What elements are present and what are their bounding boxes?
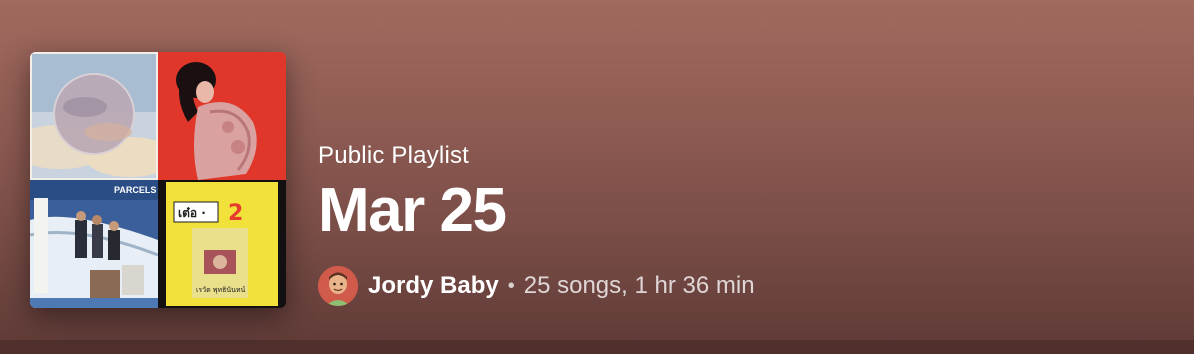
svg-text:เต๋อ ·: เต๋อ ·	[178, 206, 206, 220]
svg-text:เรวัต พุทธินันทน์: เรวัต พุทธินันทน์	[196, 286, 246, 294]
playlist-info: Public Playlist Mar 25 Jordy Baby • 25 s…	[318, 142, 755, 308]
playlist-type-label: Public Playlist	[318, 142, 470, 169]
album-art-red-portrait	[158, 52, 286, 180]
owner-avatar[interactable]	[318, 266, 358, 306]
owner-name-link[interactable]: Jordy Baby	[368, 272, 499, 300]
playlist-cover[interactable]: PARCELS เต๋อ · 2 เรวัต พุทธินันทน์	[30, 52, 286, 308]
content-area-edge	[0, 340, 1194, 354]
meta-separator: •	[507, 274, 515, 297]
playlist-header: PARCELS เต๋อ · 2 เรวัต พุทธินันทน์ Publi…	[30, 52, 1174, 308]
album-art-yellow-thai: เต๋อ · 2 เรวัต พุทธินันทน์	[158, 180, 286, 308]
svg-text:PARCELS: PARCELS	[114, 185, 156, 195]
playlist-title[interactable]: Mar 25	[318, 180, 755, 242]
playlist-meta: Jordy Baby • 25 songs, 1 hr 36 min	[318, 266, 755, 306]
album-art-parcels: PARCELS	[30, 180, 158, 308]
svg-text:2: 2	[228, 201, 243, 226]
playlist-stats: 25 songs, 1 hr 36 min	[523, 272, 755, 299]
album-art-cloudy-sky	[30, 52, 158, 180]
